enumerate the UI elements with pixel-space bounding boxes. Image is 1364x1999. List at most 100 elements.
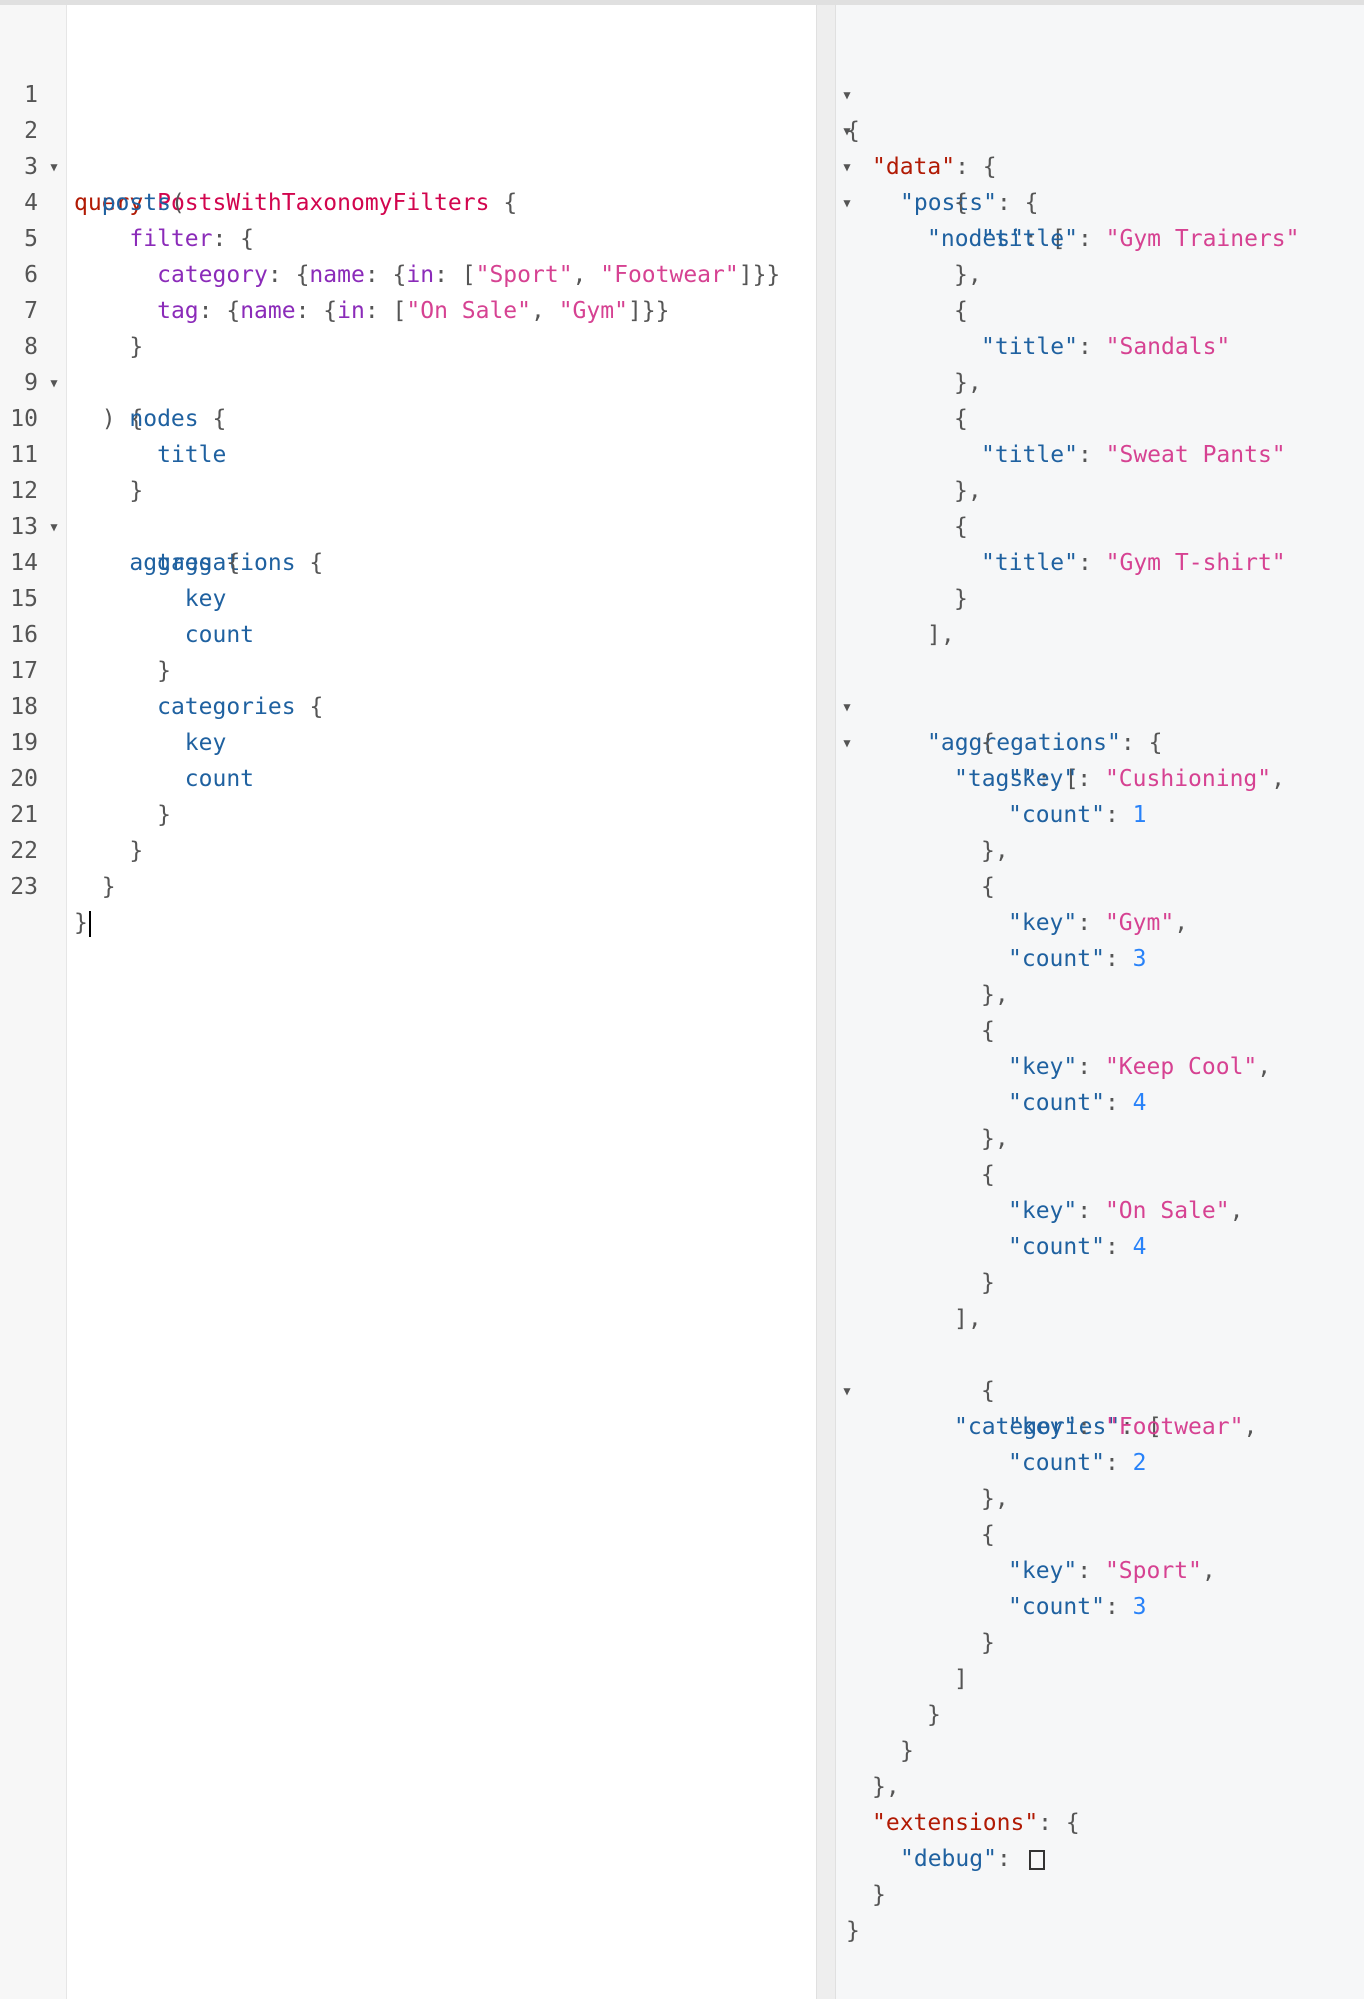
json-key-title: "title" xyxy=(981,226,1078,252)
json-value-count: 4 xyxy=(1132,1234,1147,1260)
json-value-title: "Sandals" xyxy=(1105,334,1231,360)
json-value-title: "Sweat Pants" xyxy=(1105,442,1286,468)
json-value-count: 1 xyxy=(1132,802,1147,828)
result-line: "key": "Sport", xyxy=(1008,1558,1216,1584)
result-line: ▼ "data": { xyxy=(836,77,1364,180)
json-value-key: "Keep Cool" xyxy=(1104,1054,1258,1080)
result-line: "count": 3 xyxy=(1008,1594,1147,1620)
result-line: ▼ "posts": { xyxy=(836,113,1364,216)
result-line: }, xyxy=(954,262,982,288)
result-line: } xyxy=(927,1702,941,1728)
editor-line: 19 count xyxy=(0,689,816,792)
result-line: ▼ "aggregations": { xyxy=(836,653,1364,756)
result-line: { xyxy=(954,298,968,324)
editor-line: 20 } xyxy=(0,725,816,828)
result-line: { xyxy=(981,1378,995,1404)
json-key-key: "key" xyxy=(1008,1054,1078,1080)
json-key-key: "key" xyxy=(1008,766,1078,792)
editor-line: 3 posts( xyxy=(0,113,816,216)
result-line: ▼ "tags": [ xyxy=(836,689,1364,792)
json-key-count: "count" xyxy=(1008,946,1105,972)
editor-line: 6 tag: {name: {in: ["On Sale", "Gym"]}} xyxy=(0,221,816,324)
editor-line: 1 xyxy=(0,41,816,108)
result-line: { xyxy=(954,190,968,216)
result-line: "title": "Sweat Pants" xyxy=(981,442,1286,468)
result-line: ▼ "categories": [ xyxy=(836,1337,1364,1440)
editor-line: 11 } xyxy=(0,401,816,504)
result-line: "key": "Keep Cool", xyxy=(1008,1054,1272,1080)
editor-line: 15 count xyxy=(0,545,816,648)
result-line: ], xyxy=(927,622,955,648)
json-value-count: 4 xyxy=(1132,1090,1147,1116)
result-line: }, xyxy=(981,982,1009,1008)
empty-array-icon xyxy=(1028,1849,1045,1870)
editor-line: 9 nodes { xyxy=(0,329,816,432)
json-key-key: "key" xyxy=(1008,910,1078,936)
editor-line: 22 } xyxy=(0,797,816,900)
result-viewer[interactable]: ▼ { ▼ "data": { ▼ "posts": { ▼ "nodes": … xyxy=(836,5,1364,1999)
json-value-title: "Gym Trainers" xyxy=(1105,226,1300,252)
result-line: { xyxy=(981,1018,995,1044)
result-line: }, xyxy=(954,370,982,396)
json-key-count: "count" xyxy=(1008,802,1105,828)
result-line: }, xyxy=(981,1126,1009,1152)
result-line: }, xyxy=(954,478,982,504)
json-key-count: "count" xyxy=(1008,1594,1105,1620)
result-line: "title": "Sandals" xyxy=(981,334,1231,360)
result-line: { xyxy=(981,730,995,756)
result-line: "count": 3 xyxy=(1008,946,1147,972)
json-key-debug: "debug" xyxy=(900,1846,997,1872)
json-value-key: "Cushioning" xyxy=(1104,766,1272,792)
query-editor[interactable]: 1 2 ▼ query PostsWithTaxonomyFilters { 3… xyxy=(0,5,816,1999)
result-line: } xyxy=(900,1738,914,1764)
result-line: "key": "Cushioning", xyxy=(1008,766,1285,792)
editor-line: 23 } xyxy=(0,833,816,937)
result-line: } xyxy=(846,1918,860,1944)
result-line: "count": 4 xyxy=(1008,1090,1147,1116)
json-value-title: "Gym T-shirt" xyxy=(1105,550,1286,576)
result-line: "title": "Gym T-shirt" xyxy=(981,550,1286,576)
result-line: ▼ "nodes": [ xyxy=(836,149,1364,252)
pane-resize-handle[interactable] xyxy=(816,5,836,1999)
result-line: ▼ { xyxy=(836,41,1364,144)
editor-line: 4 filter: { xyxy=(0,149,816,252)
result-line: "count": 4 xyxy=(1008,1234,1147,1260)
result-line: } xyxy=(872,1882,886,1908)
text-cursor xyxy=(88,910,91,937)
editor-line: 5 category: {name: {in: ["Sport", "Footw… xyxy=(0,185,816,288)
result-line: { xyxy=(954,514,968,540)
result-line: } xyxy=(981,1630,995,1656)
result-line: }, xyxy=(981,1486,1009,1512)
json-value-count: 2 xyxy=(1132,1450,1147,1476)
result-line: { xyxy=(981,1162,995,1188)
editor-line: 7 } xyxy=(0,257,816,360)
json-key-key: "key" xyxy=(1008,1198,1078,1224)
result-line: ] xyxy=(954,1666,968,1692)
editor-line: 10 title xyxy=(0,365,816,468)
editor-line: 13 tags { xyxy=(0,473,816,576)
editor-line: 17 categories { xyxy=(0,617,816,720)
line-number: 23 xyxy=(10,874,38,900)
editor-line: 21 } xyxy=(0,761,816,864)
result-line: ], xyxy=(954,1306,982,1332)
result-line: }, xyxy=(872,1774,900,1800)
result-line: { xyxy=(981,874,995,900)
result-line: "key": "Footwear", xyxy=(1008,1414,1258,1440)
editor-line: 2 ▼ query PostsWithTaxonomyFilters { xyxy=(0,77,816,216)
result-line: "debug": xyxy=(836,1841,1364,1877)
json-value-key: "Sport" xyxy=(1104,1558,1202,1584)
editor-line: 18 key xyxy=(0,653,816,756)
json-key-title: "title" xyxy=(981,334,1078,360)
editor-line: 12 ▼ aggregations { xyxy=(0,437,816,576)
result-line: } xyxy=(954,586,968,612)
editor-line: 8 ▼ ) { xyxy=(0,293,816,432)
result-line: "count": 1 xyxy=(1008,802,1147,828)
json-value-key: "Gym" xyxy=(1104,910,1175,936)
json-value-key: "Footwear" xyxy=(1104,1414,1244,1440)
json-value-count: 3 xyxy=(1132,1594,1147,1620)
result-line: "title": "Gym Trainers" xyxy=(981,226,1300,252)
json-key-count: "count" xyxy=(1008,1234,1105,1260)
editor-line: 14 key xyxy=(0,509,816,612)
json-key-key: "key" xyxy=(1008,1558,1078,1584)
editor-line: 16 } xyxy=(0,581,816,684)
